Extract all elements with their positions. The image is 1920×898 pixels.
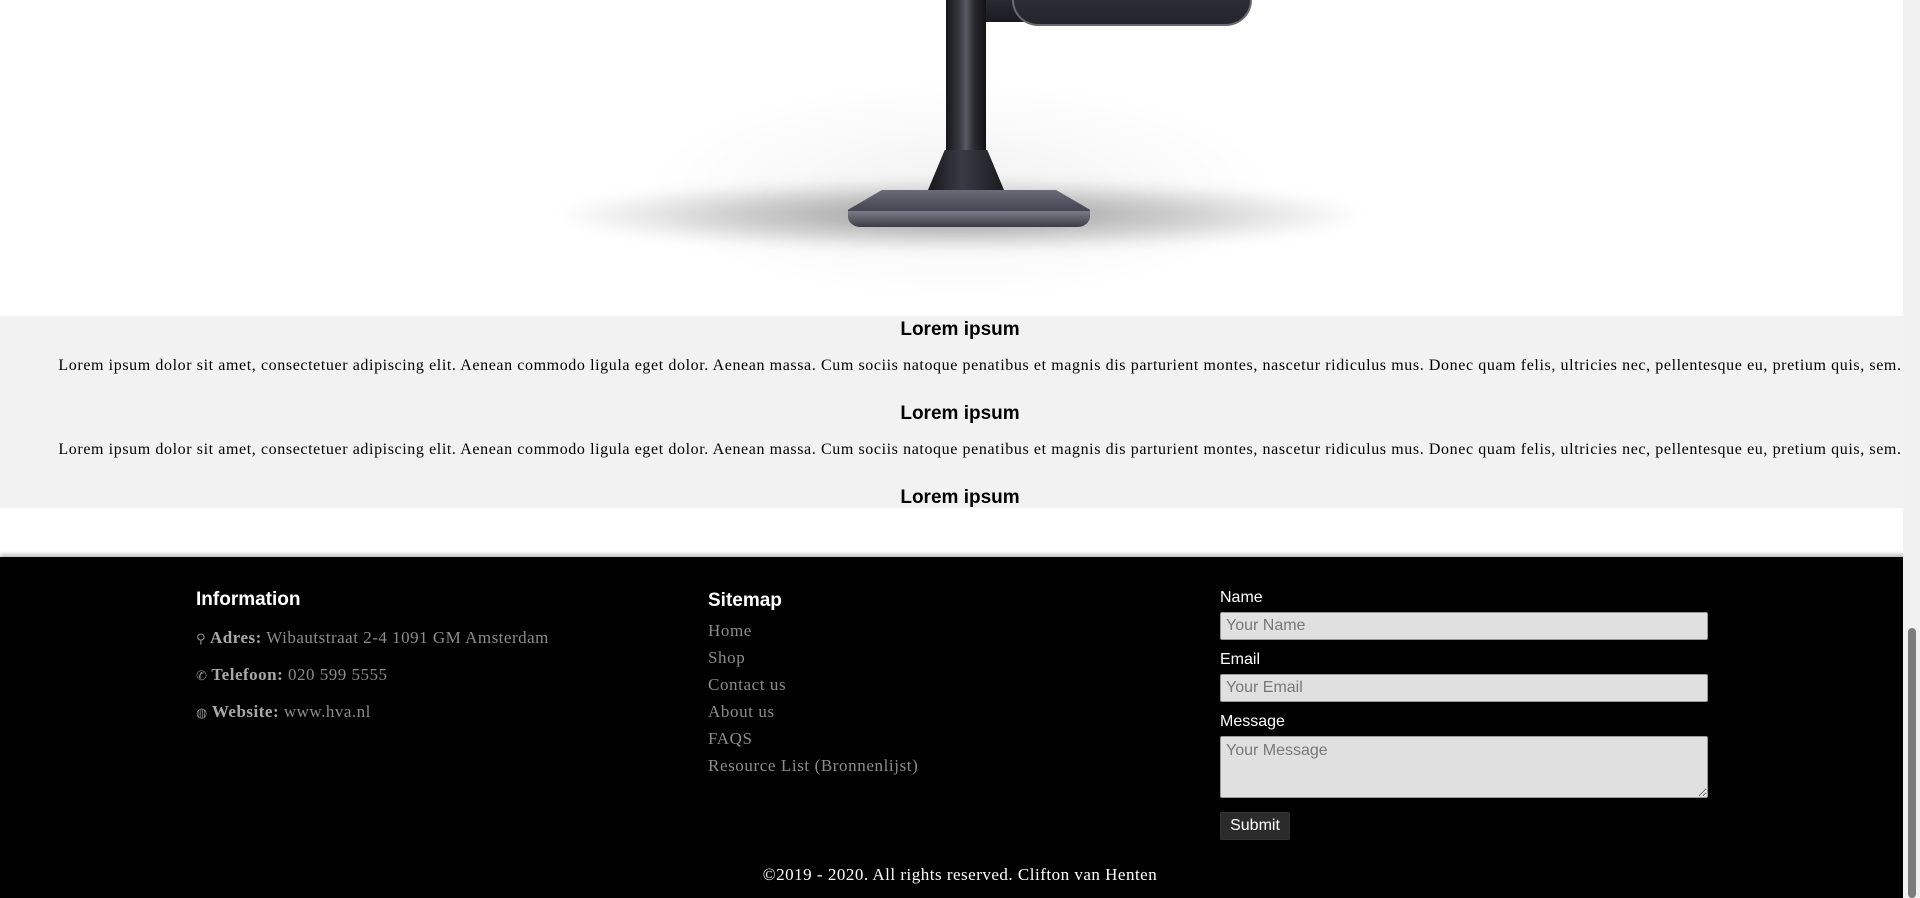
section-text: Lorem ipsum dolor sit amet, consectetuer… <box>58 357 1902 374</box>
address-line: ⚲ Adres: Wibautstraat 2-4 1091 GM Amsterd… <box>196 628 549 648</box>
sitemap-link-about[interactable]: About us <box>708 698 918 725</box>
email-label: Email <box>1220 651 1261 668</box>
lamp-pole <box>946 0 986 170</box>
section-text: Lorem ipsum dolor sit amet, consectetuer… <box>58 441 1902 458</box>
section-heading: Lorem ipsum <box>900 319 1020 340</box>
lamp-base-rim <box>848 211 1090 227</box>
sitemap-link-home[interactable]: Home <box>708 617 918 644</box>
sitemap-list: Home Shop Contact us About us FAQS Resou… <box>708 617 918 779</box>
sitemap-link-shop[interactable]: Shop <box>708 644 918 671</box>
sitemap-title: Sitemap <box>708 590 782 611</box>
sitemap-link-contact[interactable]: Contact us <box>708 671 918 698</box>
phone-line: ✆ Telefoon: 020 599 5555 <box>196 665 388 685</box>
address-label: Adres: <box>210 628 262 647</box>
email-input[interactable] <box>1220 674 1708 702</box>
name-input[interactable] <box>1220 612 1708 640</box>
copyright-text: ©2019 - 2020. All rights reserved. Clift… <box>762 865 1158 884</box>
product-image <box>0 0 1920 316</box>
phone-icon: ✆ <box>196 669 208 684</box>
message-label: Message <box>1220 713 1285 730</box>
name-label: Name <box>1220 589 1263 606</box>
content-section: Lorem ipsum Lorem ipsum dolor sit amet, … <box>0 316 1920 508</box>
phone-value: 020 599 5555 <box>288 665 388 684</box>
footer: Information ⚲ Adres: Wibautstraat 2-4 109… <box>0 557 1920 898</box>
message-input[interactable] <box>1220 736 1708 798</box>
section-heading: Lorem ipsum <box>900 403 1020 424</box>
website-value[interactable]: www.hva.nl <box>284 702 371 721</box>
website-label: Website: <box>211 702 280 721</box>
map-pin-icon: ⚲ <box>196 632 207 647</box>
scrollbar-thumb[interactable] <box>1908 628 1916 898</box>
phone-label: Telefoon: <box>211 665 284 684</box>
globe-icon: ◍ <box>196 706 208 721</box>
submit-button[interactable]: Submit <box>1220 812 1290 840</box>
sitemap-link-faqs[interactable]: FAQS <box>708 725 918 752</box>
lamp-head <box>1012 0 1252 26</box>
section-heading: Lorem ipsum <box>900 487 1020 508</box>
website-line: ◍ Website: www.hva.nl <box>196 702 371 722</box>
information-title: Information <box>196 589 301 610</box>
address-value: Wibautstraat 2-4 1091 GM Amsterdam <box>266 628 549 647</box>
sitemap-link-resources[interactable]: Resource List (Bronnenlijst) <box>708 752 918 779</box>
